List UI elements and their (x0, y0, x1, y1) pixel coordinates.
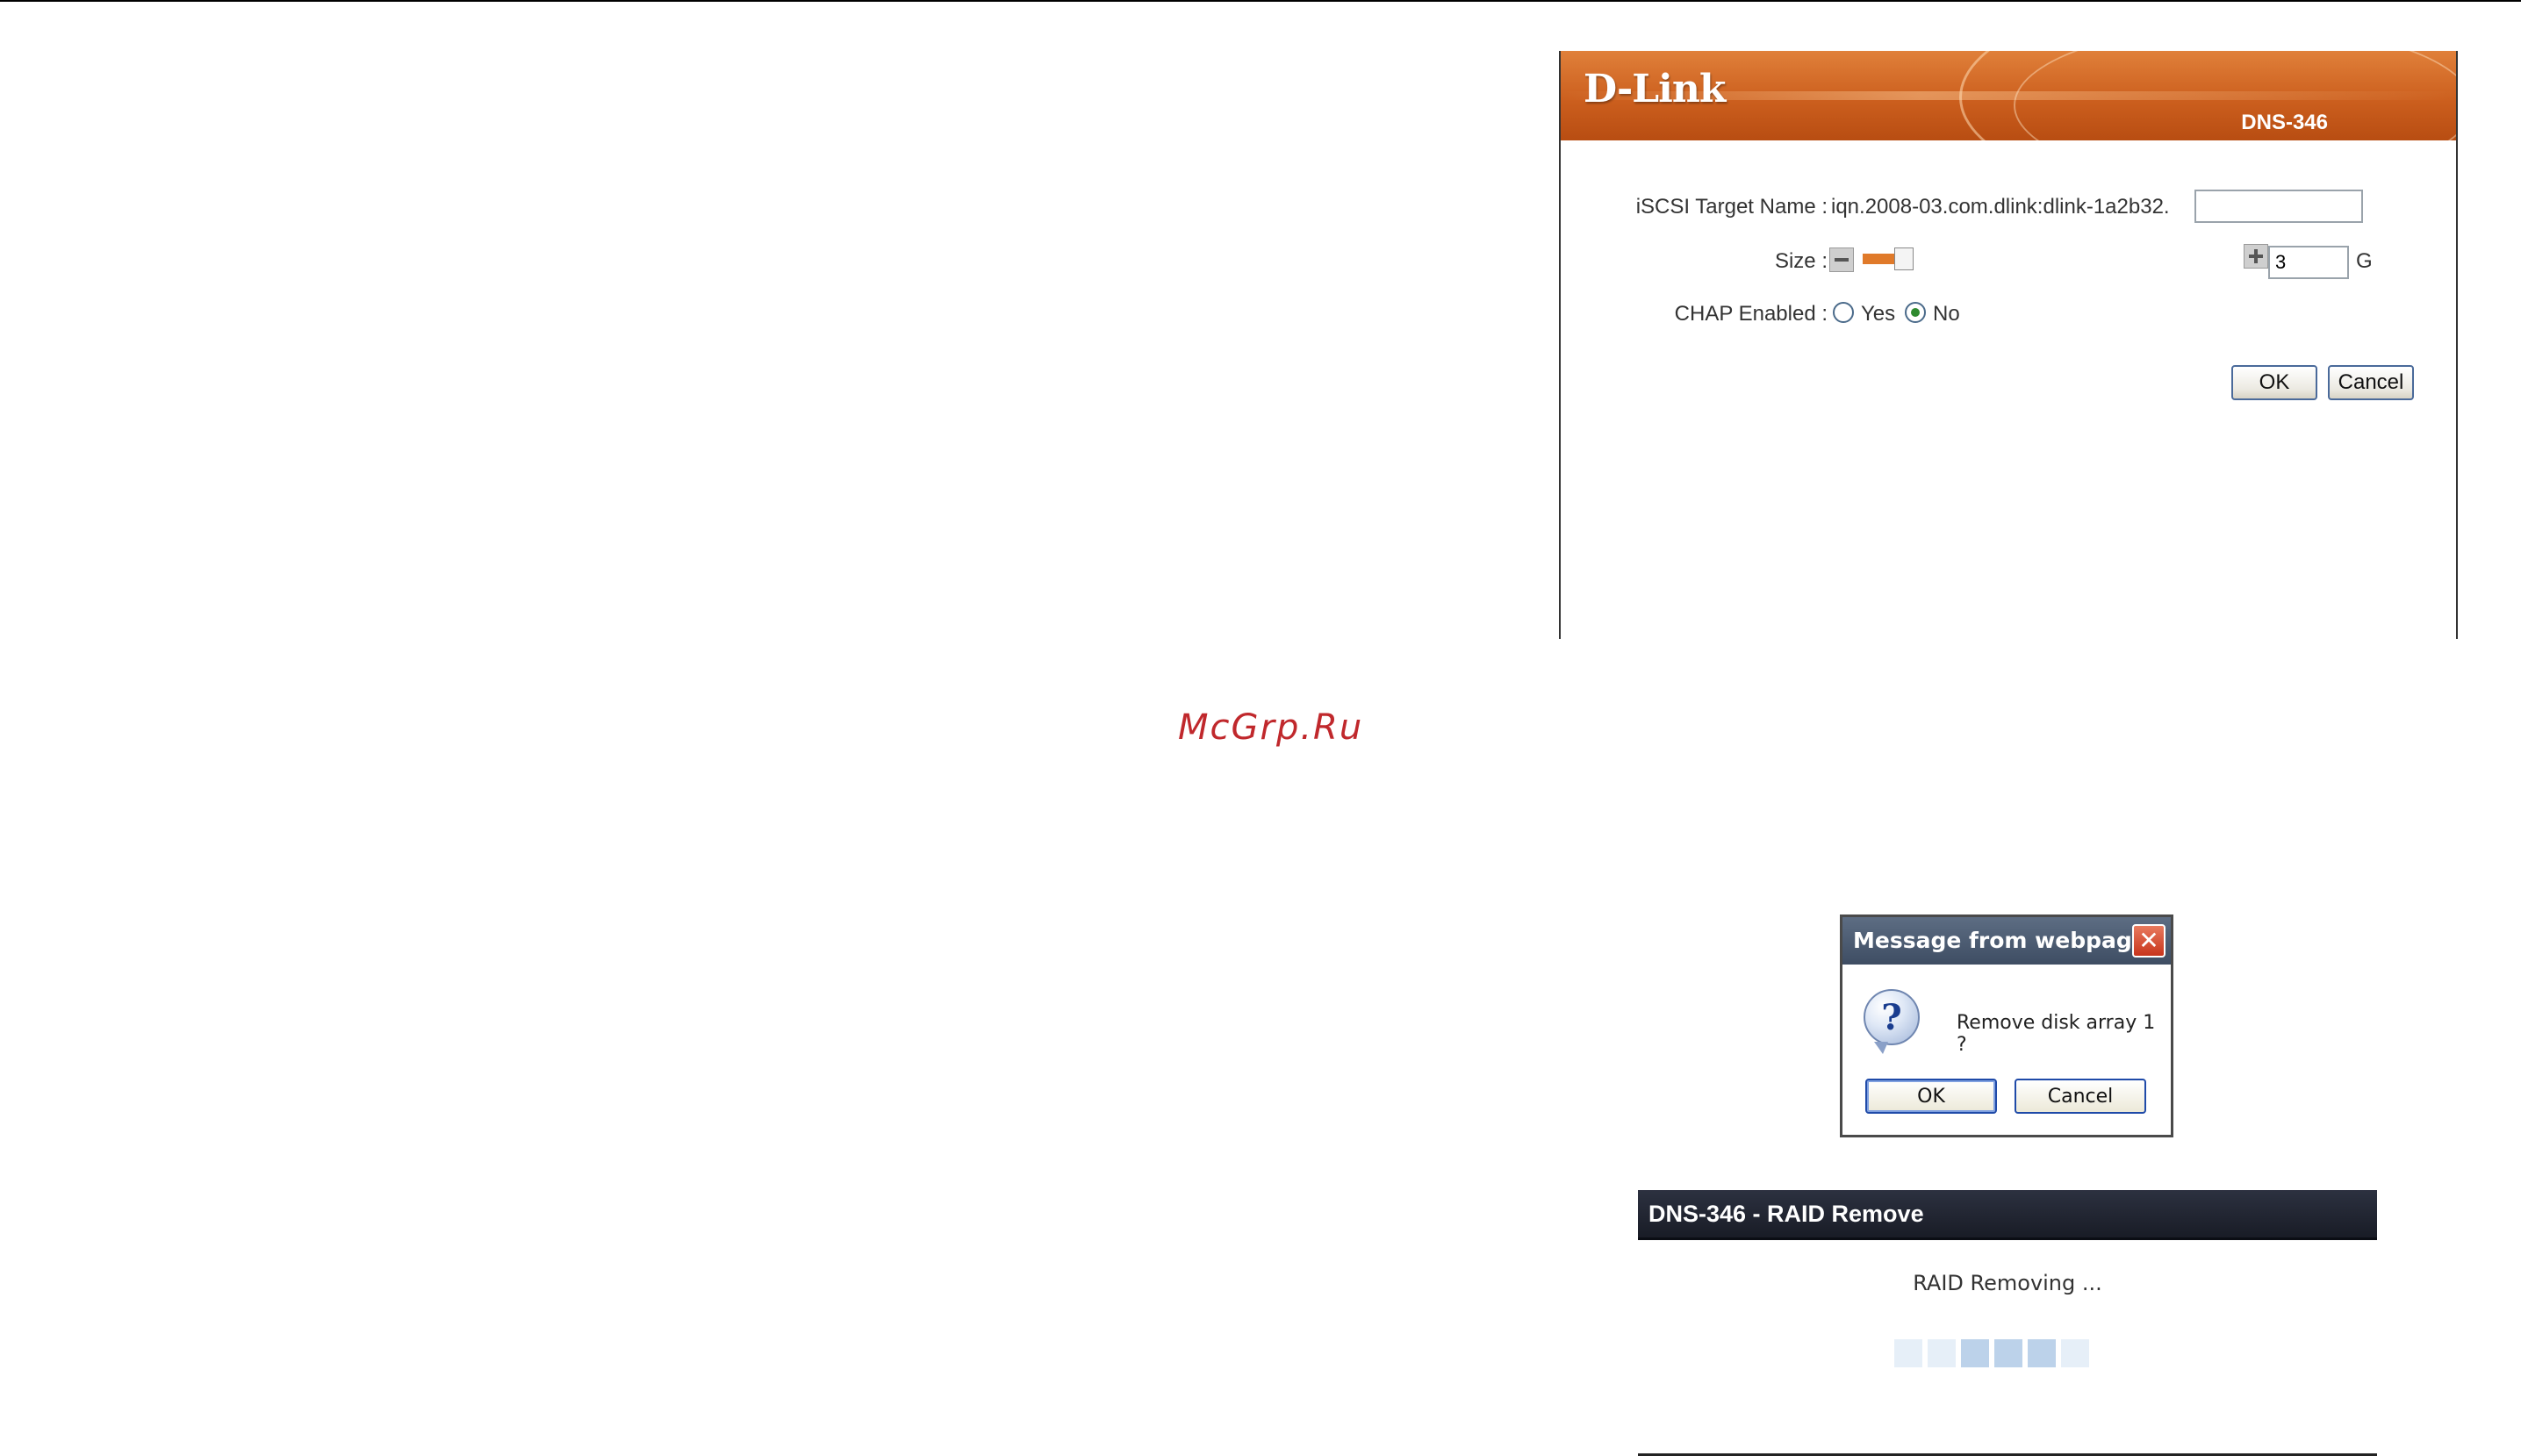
size-unit: G (2356, 249, 2373, 273)
dialog-cancel-button[interactable]: Cancel (2015, 1079, 2146, 1114)
top-rule (0, 0, 2521, 2)
target-name-input[interactable] (2194, 190, 2363, 223)
size-slider[interactable] (1863, 247, 2249, 270)
progress-block (2061, 1339, 2089, 1367)
iscsi-target-panel: D-Link DNS-346 iSCSI Target Name : iqn.2… (1559, 51, 2458, 639)
dialog-ok-button[interactable]: OK (1865, 1079, 1997, 1114)
dialog-titlebar: Message from webpage ✕ (1842, 917, 2171, 965)
size-slider-fill (1863, 254, 1894, 264)
chap-row: CHAP Enabled : Yes No (1561, 297, 2456, 335)
size-slider-thumb[interactable] (1894, 247, 1914, 270)
chap-label: CHAP Enabled : (1674, 302, 1828, 326)
cancel-button[interactable]: Cancel (2328, 365, 2414, 400)
target-name-prefix: iqn.2008-03.com.dlink:dlink-1a2b32. (1831, 195, 2170, 219)
size-label: Size : (1774, 249, 1828, 273)
target-name-label: iSCSI Target Name : (1635, 195, 1828, 219)
dlink-logo: D-Link (1584, 67, 1726, 111)
dialog-title: Message from webpage (1853, 928, 2147, 953)
target-name-row: iSCSI Target Name : iqn.2008-03.com.dlin… (1561, 190, 2456, 228)
chap-no-label: No (1933, 302, 1960, 326)
size-decrease-button[interactable] (1829, 247, 1854, 272)
raid-remove-panel: DNS-346 - RAID Remove RAID Removing ... (1638, 1190, 2377, 1456)
chap-no-radio[interactable] (1905, 302, 1926, 323)
chap-yes-radio[interactable] (1833, 302, 1854, 323)
model-name: DNS-346 (2241, 111, 2328, 134)
size-increase-button[interactable] (2244, 244, 2268, 269)
ok-button[interactable]: OK (2231, 365, 2317, 400)
question-icon: ? (1864, 989, 1920, 1054)
progress-block (1994, 1339, 2022, 1367)
progress-block (1928, 1339, 1956, 1367)
dialog-message: Remove disk array 1 ? (1957, 1012, 2156, 1056)
raid-remove-title: DNS-346 - RAID Remove (1648, 1201, 1924, 1227)
close-icon[interactable]: ✕ (2132, 924, 2165, 958)
progress-block (1961, 1339, 1989, 1367)
progress-block (2028, 1339, 2056, 1367)
header-swoosh-inner (2014, 51, 2456, 140)
chap-yes-label: Yes (1861, 302, 1896, 326)
dialog-body: ? Remove disk array 1 ? OK Cancel (1842, 965, 2171, 1135)
raid-remove-header: DNS-346 - RAID Remove (1638, 1190, 2377, 1240)
confirm-dialog: Message from webpage ✕ ? Remove disk arr… (1840, 914, 2173, 1137)
raid-status-text: RAID Removing ... (1913, 1271, 2102, 1295)
size-row: Size : G (1561, 242, 2456, 284)
watermark-text: McGrp.Ru (1178, 707, 1364, 748)
progress-block (1894, 1339, 1922, 1367)
size-input[interactable] (2268, 246, 2349, 279)
dlink-header-banner: D-Link DNS-346 (1561, 51, 2456, 140)
